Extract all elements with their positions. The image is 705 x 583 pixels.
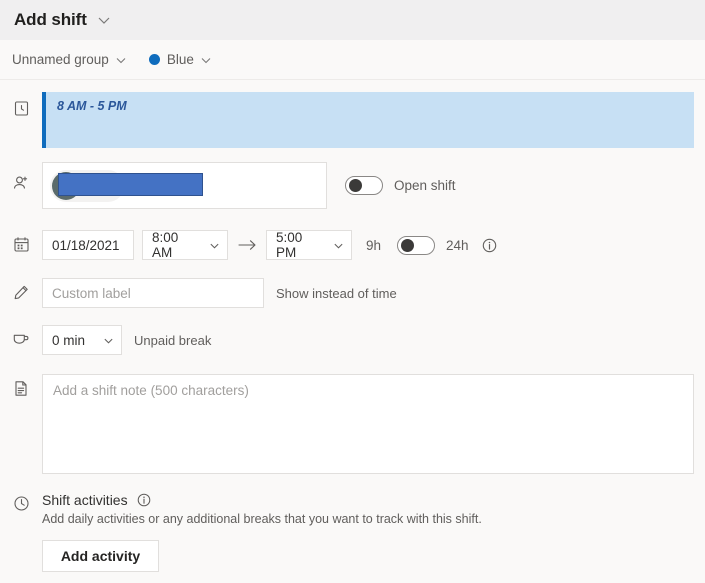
calendar-icon: [0, 217, 42, 253]
toggle-knob: [401, 238, 415, 252]
chevron-down-icon: [115, 54, 127, 66]
shift-activities-title-group: Shift activities: [42, 492, 705, 508]
end-time-select[interactable]: 5:00 PM: [266, 230, 352, 260]
info-icon[interactable]: [482, 238, 497, 253]
date-field[interactable]: 01/18/2021: [42, 230, 134, 260]
add-activity-button[interactable]: Add activity: [42, 540, 159, 572]
info-icon[interactable]: [137, 493, 151, 507]
assignee-picker[interactable]: ×: [42, 162, 327, 209]
clock-circle-icon: [0, 492, 42, 512]
shift-note-row: Add a shift note (500 characters): [0, 363, 705, 474]
date-time-controls: 01/18/2021 8:00 AM 5:00 PM 9h 24h: [42, 230, 705, 260]
shift-note-textarea[interactable]: Add a shift note (500 characters): [42, 374, 694, 474]
toggle-knob: [349, 179, 362, 192]
open-shift-toggle-group: Open shift: [345, 176, 456, 195]
break-controls: 0 min Unpaid break: [42, 325, 705, 355]
break-duration-select[interactable]: 0 min: [42, 325, 122, 355]
shift-activities-title: Shift activities: [42, 492, 128, 508]
start-time-select[interactable]: 8:00 AM: [142, 230, 228, 260]
coffee-cup-icon: [0, 313, 42, 347]
group-label: Unnamed group: [12, 52, 109, 67]
24h-toggle-group: 24h: [397, 235, 469, 255]
shift-time-banner-text: 8 AM - 5 PM: [57, 99, 127, 113]
custom-label-input[interactable]: Custom label: [42, 278, 264, 308]
24h-label: 24h: [446, 237, 469, 253]
schedule-row: 01/18/2021 8:00 AM 5:00 PM 9h 24h: [0, 217, 705, 260]
chevron-down-icon: [103, 335, 114, 346]
group-selector[interactable]: Unnamed group: [6, 48, 133, 71]
color-selector[interactable]: Blue: [143, 48, 218, 71]
shift-activities-description: Add daily activities or any additional b…: [42, 512, 482, 526]
chevron-down-icon: [200, 54, 212, 66]
color-swatch-dot: [148, 54, 160, 65]
open-shift-label: Open shift: [394, 178, 456, 193]
open-shift-toggle[interactable]: [345, 176, 383, 195]
shift-activities-row: Shift activities Add daily activities or…: [0, 492, 705, 572]
color-label: Blue: [166, 52, 194, 67]
break-label: Unpaid break: [134, 332, 212, 348]
shift-time-preview-row: 8 AM - 5 PM: [0, 92, 705, 148]
arrow-right-icon: [228, 239, 266, 251]
shift-duration: 9h: [366, 237, 382, 253]
break-duration-value: 0 min: [52, 332, 86, 348]
chevron-down-icon: [209, 240, 220, 251]
assignee-chip[interactable]: ×: [50, 169, 203, 202]
shift-time-banner: 8 AM - 5 PM: [42, 92, 694, 148]
unpaid-break-row: 0 min Unpaid break: [0, 313, 705, 355]
group-and-color-bar: Unnamed group Blue: [0, 40, 705, 80]
custom-label-hint: Show instead of time: [276, 285, 397, 301]
start-time-value: 8:00 AM: [152, 230, 179, 260]
pencil-icon: [0, 265, 42, 301]
end-time-value: 5:00 PM: [276, 230, 303, 260]
chevron-down-icon: [333, 240, 344, 251]
chevron-down-icon[interactable]: [97, 13, 111, 27]
redaction-overlay: [58, 172, 203, 196]
page-title: Add shift: [14, 10, 87, 29]
assignee-row: × Open shift: [0, 162, 705, 209]
dialog-title-bar: Add shift: [0, 0, 705, 40]
note-icon: [0, 363, 42, 397]
custom-label-row: Custom label Show instead of time: [0, 265, 705, 308]
clock-square-icon: [0, 92, 42, 117]
24h-toggle[interactable]: [397, 235, 436, 255]
custom-label-controls: Custom label Show instead of time: [42, 278, 705, 308]
person-add-icon: [0, 162, 42, 192]
